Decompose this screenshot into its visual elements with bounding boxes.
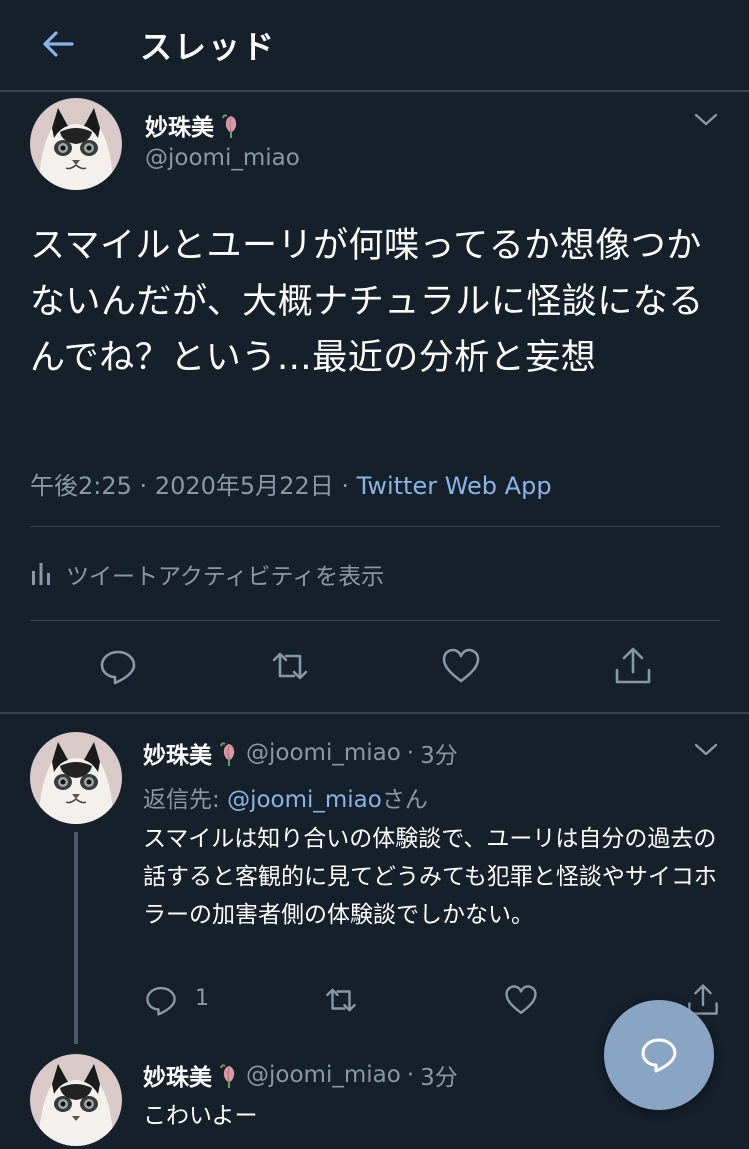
tweet-meta: 午後2:25 · 2020年5月22日 · Twitter Web App [30,466,552,501]
avatar[interactable] [30,732,122,824]
section-divider [0,712,749,714]
tweet-activity-link[interactable]: ツイートアクティビティを表示 [30,558,384,590]
retweet-button[interactable] [324,983,358,1017]
display-name[interactable]: 妙珠美 [145,108,242,142]
like-button[interactable] [504,983,538,1017]
tweet-time: 午後2:25 [30,472,132,500]
tweet-text: スマイルとユーリが何喋ってるか想像つかないんだが、大概ナチュラルに怪談になるんで… [30,226,704,378]
chevron-down-icon[interactable] [692,110,720,130]
flower-emoji-icon [220,742,235,766]
handle[interactable]: @joomi_miao [246,1062,401,1088]
reply-count: 1 [195,986,209,1011]
compose-reply-button[interactable] [604,1000,714,1110]
retweet-icon [272,652,308,680]
divider [30,620,720,621]
reply-header: 妙珠美 @joomi_miao · 3分 [143,736,458,770]
reply-button[interactable] [98,646,138,686]
heart-icon [505,985,537,1014]
tweet-text: スマイルは知り合いの体験談で、ユーリは自分の過去の話すると客観的に見てどうみても… [143,826,717,928]
tweet-age: 3分 [420,743,458,769]
meta-separator: · [406,740,415,766]
reply-button[interactable] [144,983,178,1017]
share-button[interactable] [613,646,653,686]
thread-connector [74,832,78,1044]
like-button[interactable] [441,646,481,686]
meta-separator: · [406,1062,415,1088]
avatar[interactable] [30,1054,122,1146]
thread-page: スレッド 妙珠美 @joomi_miao スマイルとユーリが何喋ってるか想像つか… [0,0,749,1149]
tweet-age: 3分 [420,1065,458,1091]
reply-header: 妙珠美 @joomi_miao · 3分 [143,1058,458,1092]
tweet-date: 2020年5月22日 [154,472,334,500]
display-name[interactable]: 妙珠美 [143,736,212,770]
flower-emoji-icon [222,114,237,138]
tweet-text: こわいよー [143,1103,258,1129]
back-button[interactable] [38,24,78,64]
display-name[interactable]: 妙珠美 [143,1058,212,1092]
meta-separator: · [341,472,349,500]
retweet-icon [326,988,356,1012]
handle[interactable]: @joomi_miao [246,740,401,766]
avatar[interactable] [30,98,122,190]
retweet-button[interactable] [270,646,310,686]
page-title: スレッド [140,28,277,66]
heart-icon [442,648,480,683]
reply-to-handle-link[interactable]: @joomi_miao [227,787,382,813]
handle[interactable]: @joomi_miao [145,145,300,171]
reply-icon [146,986,176,1016]
share-icon [615,647,651,684]
divider [30,526,720,527]
replying-to: 返信先: @joomi_miaoさん [143,787,428,813]
reply-icon [100,650,136,685]
meta-separator: · [139,472,148,500]
top-bar: スレッド [0,0,749,92]
compose-reply-icon [641,1038,677,1073]
bar-chart-icon [32,563,50,585]
tweet-source-link[interactable]: Twitter Web App [357,472,552,500]
chevron-down-icon[interactable] [692,740,720,760]
arrow-left-icon [43,31,74,57]
flower-emoji-icon [220,1064,235,1088]
